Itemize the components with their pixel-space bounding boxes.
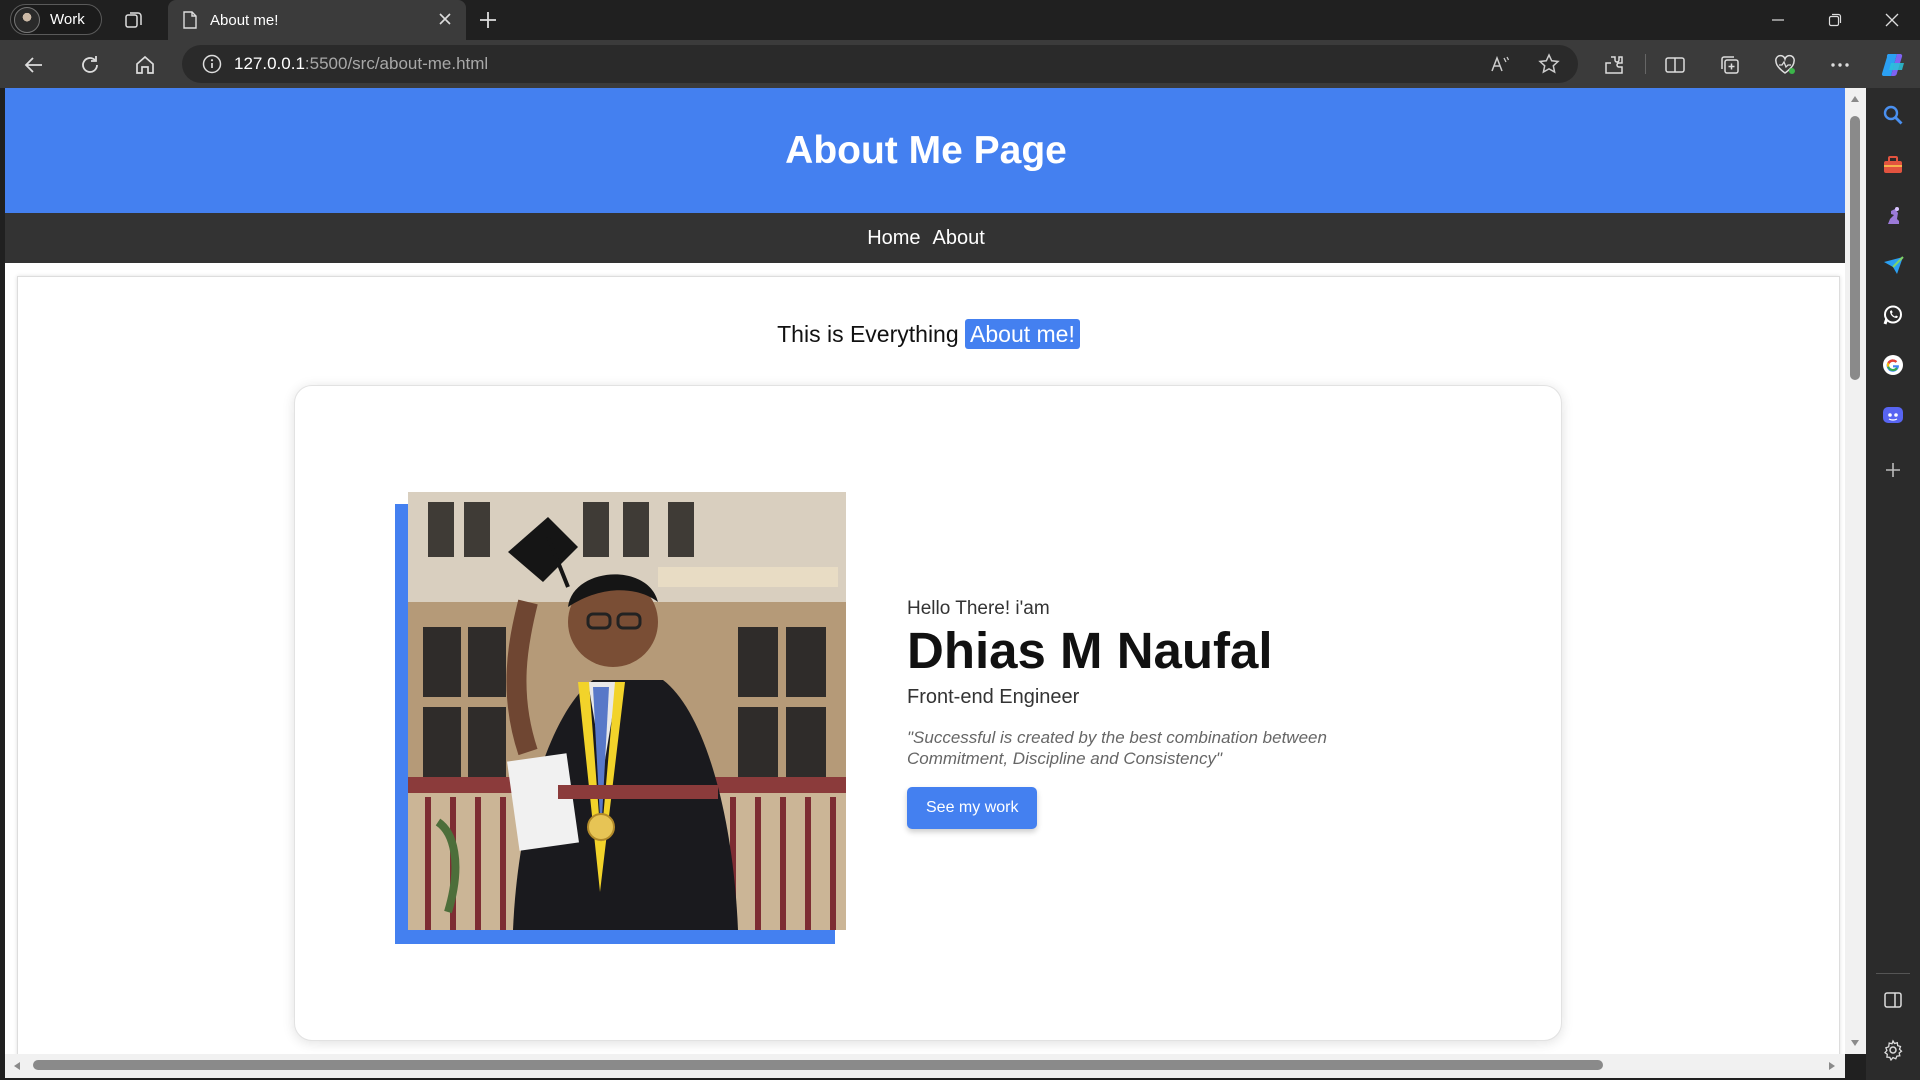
close-window-button[interactable] <box>1863 0 1920 40</box>
restore-button[interactable] <box>1806 0 1863 40</box>
new-tab-icon[interactable] <box>476 8 500 32</box>
home-icon[interactable] <box>133 53 157 77</box>
site-nav: Home About <box>5 213 1845 263</box>
collections-icon[interactable] <box>1718 53 1742 77</box>
favorite-icon[interactable] <box>1538 53 1560 75</box>
person-name: Dhias M Naufal <box>907 622 1273 679</box>
read-aloud-icon[interactable] <box>1490 54 1510 74</box>
sidebar-toggle-icon[interactable] <box>1881 988 1905 1012</box>
photo-frame <box>395 492 847 944</box>
quote-text: "Successful is created by the best combi… <box>907 727 1327 768</box>
greeting-text: Hello There! i'am <box>907 598 1050 619</box>
extensions-icon[interactable] <box>1602 53 1626 77</box>
page-viewport: About Me Page Home About This is Everyth… <box>5 88 1845 1054</box>
profile-label: Work <box>50 11 85 28</box>
profile-photo <box>408 492 846 930</box>
window-controls <box>1749 0 1920 40</box>
vertical-scrollbar[interactable] <box>1845 88 1866 1054</box>
toolbar-divider <box>1645 54 1646 74</box>
scroll-left-icon[interactable] <box>12 1061 22 1071</box>
send-icon[interactable] <box>1881 253 1905 277</box>
address-bar[interactable]: 127.0.0.1:5500/src/about-me.html <box>182 45 1578 83</box>
close-icon[interactable] <box>436 10 454 28</box>
section-headline: This is Everything About me! <box>18 319 1839 349</box>
url-host: 127.0.0.1 <box>234 54 305 73</box>
page-icon <box>182 11 198 29</box>
horizontal-scroll-thumb[interactable] <box>33 1060 1603 1070</box>
profile-button[interactable]: Work <box>10 4 102 35</box>
scroll-up-icon[interactable] <box>1850 94 1860 104</box>
minimize-button[interactable] <box>1749 0 1806 40</box>
tab-title: About me! <box>210 11 279 29</box>
copilot-icon[interactable] <box>1879 50 1909 80</box>
vertical-scroll-thumb[interactable] <box>1850 116 1860 380</box>
profile-card: Hello There! i'am Dhias M Naufal Front-e… <box>294 385 1562 1041</box>
more-icon[interactable] <box>1828 53 1852 77</box>
refresh-icon[interactable] <box>78 53 102 77</box>
site-header: About Me Page <box>5 88 1845 213</box>
whatsapp-icon[interactable] <box>1881 303 1905 327</box>
games-icon[interactable] <box>1881 203 1905 227</box>
see-my-work-button[interactable]: See my work <box>907 787 1038 830</box>
split-screen-icon[interactable] <box>1663 53 1687 77</box>
scroll-down-icon[interactable] <box>1850 1038 1860 1048</box>
google-icon[interactable] <box>1881 353 1905 377</box>
headline-highlight: About me! <box>965 319 1080 349</box>
add-icon[interactable] <box>1881 458 1905 482</box>
discord-icon[interactable] <box>1881 403 1905 427</box>
tab-bar: Work About me! <box>0 0 1920 40</box>
tools-icon[interactable] <box>1881 153 1905 177</box>
edge-sidebar <box>1866 88 1920 1080</box>
avatar <box>14 6 40 33</box>
workspaces-icon[interactable] <box>122 9 146 31</box>
headline-prefix: This is Everything <box>777 321 959 347</box>
site-info-icon[interactable] <box>202 54 222 74</box>
back-icon[interactable] <box>22 53 46 77</box>
content-frame: This is Everything About me! Hello There… <box>17 276 1840 1054</box>
nav-link-home[interactable]: Home <box>867 227 920 250</box>
job-title: Front-end Engineer <box>907 685 1080 708</box>
intro-section: Hello There! i'am Dhias M Naufal Front-e… <box>907 598 1387 830</box>
settings-icon[interactable] <box>1881 1038 1905 1062</box>
url-path: :5500/src/about-me.html <box>304 54 489 73</box>
search-icon[interactable] <box>1881 103 1905 127</box>
sidebar-divider <box>1876 973 1910 974</box>
scroll-right-icon[interactable] <box>1827 1061 1837 1071</box>
browser-essentials-icon[interactable] <box>1773 53 1797 77</box>
horizontal-scrollbar[interactable] <box>5 1054 1845 1078</box>
page-title: About Me Page <box>785 128 1067 172</box>
tab-about-me[interactable]: About me! <box>168 0 466 40</box>
toolbar: 127.0.0.1:5500/src/about-me.html <box>0 40 1920 88</box>
nav-link-about[interactable]: About <box>933 227 985 250</box>
